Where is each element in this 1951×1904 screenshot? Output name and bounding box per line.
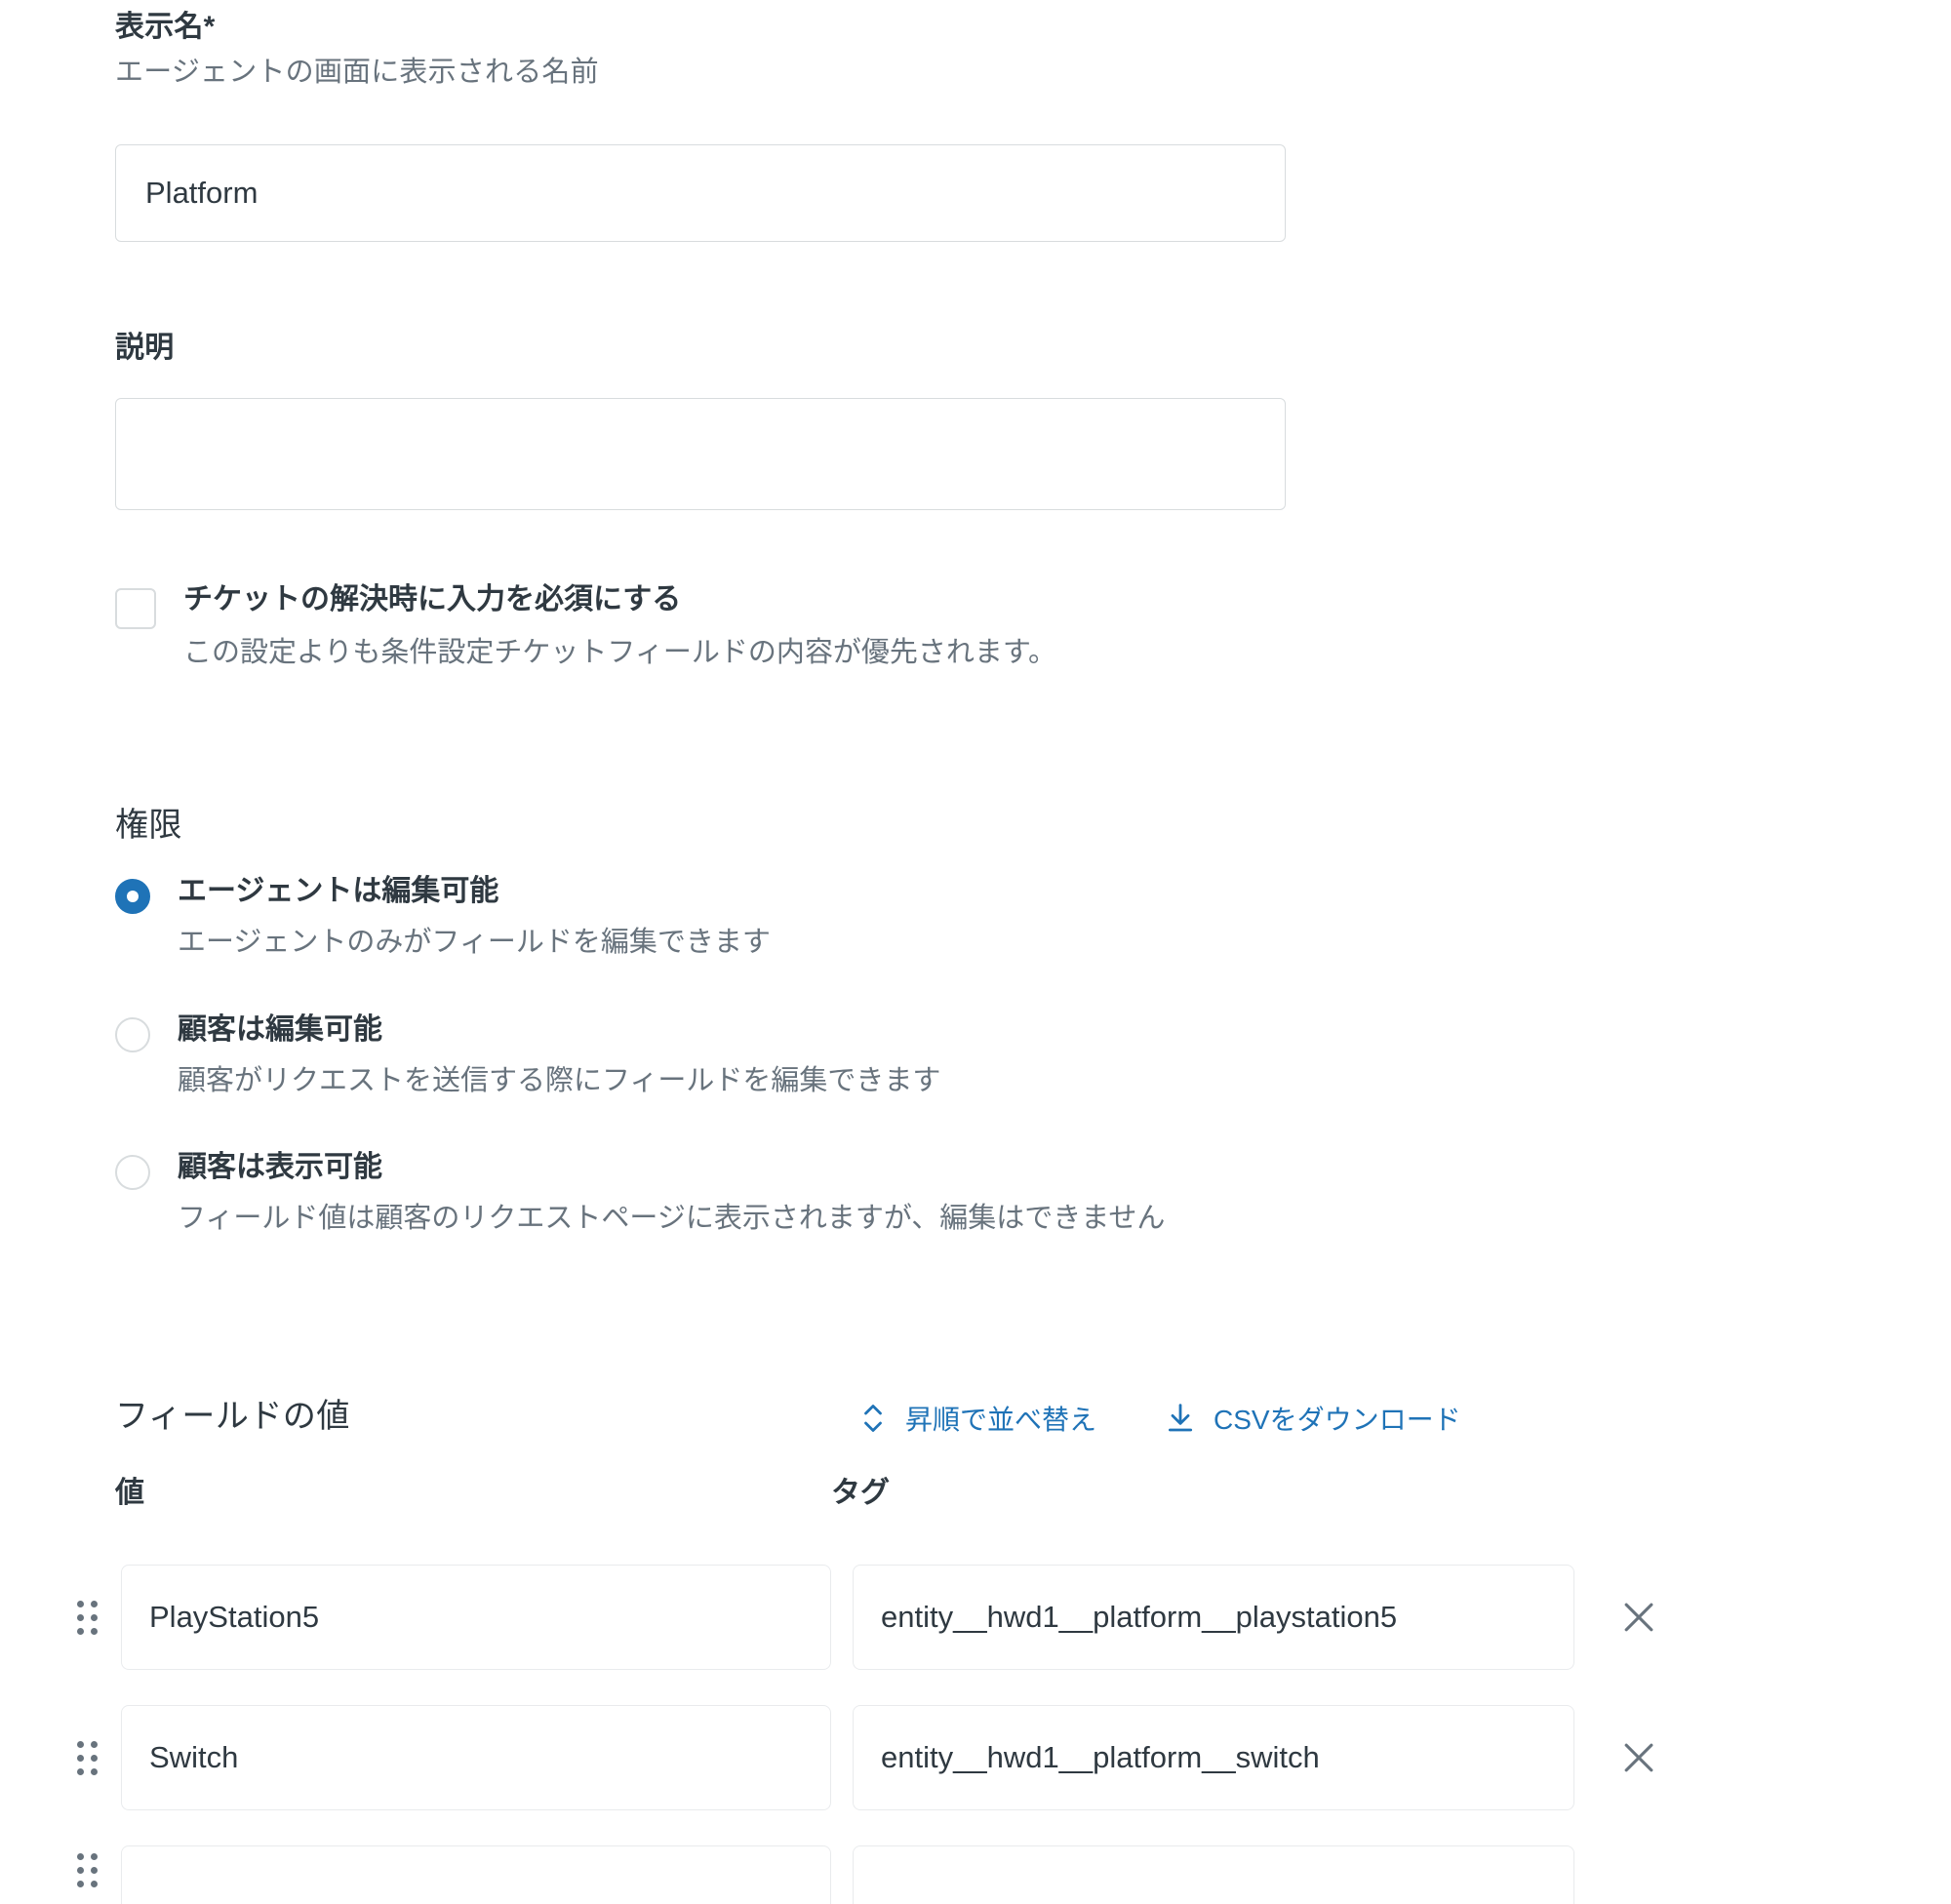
ticket-field-form: 表示名* エージェントの画面に表示される名前 Platform 説明 チケットの… [0, 0, 1951, 1904]
permissions-title: 権限 [115, 807, 182, 844]
column-header-tag: タグ [831, 1477, 890, 1509]
tag-input[interactable]: entity__hwd1__platform__playstation5 [853, 1565, 1574, 1670]
value-input[interactable] [121, 1845, 831, 1904]
display-name-label: 表示名* [115, 11, 216, 43]
chevron-up-down-icon [858, 1399, 888, 1438]
description-input[interactable] [115, 398, 1286, 510]
display-name-hint: エージェントの画面に表示される名前 [115, 57, 599, 88]
field-values-title: フィールドの値 [115, 1398, 350, 1435]
table-row [70, 1845, 1574, 1904]
display-name-input-wrap: Platform [115, 144, 1286, 242]
table-row: PlayStation5 entity__hwd1__platform__pla… [70, 1565, 1666, 1670]
value-input[interactable]: Switch [121, 1705, 831, 1810]
value-input[interactable]: PlayStation5 [121, 1565, 831, 1670]
required-on-solve-checkbox[interactable] [115, 588, 156, 629]
display-name-input[interactable]: Platform [115, 144, 1286, 242]
column-header-value: 値 [115, 1477, 144, 1509]
radio-customer-editable-sub: 顧客がリクエストを送信する際にフィールドを編集できます [178, 1064, 941, 1096]
download-csv-button[interactable]: CSVをダウンロード [1165, 1399, 1461, 1438]
display-name-field-group: 表示名* エージェントの画面に表示される名前 [115, 8, 599, 92]
description-label: 説明 [115, 332, 175, 364]
sort-ascending-button[interactable]: 昇順で並べ替え [858, 1399, 1096, 1438]
tag-input[interactable]: entity__hwd1__platform__switch [853, 1705, 1574, 1810]
description-field-group: 説明 [115, 329, 174, 367]
drag-handle-icon[interactable] [70, 1845, 103, 1894]
drag-handle-icon[interactable] [70, 1733, 103, 1782]
radio-customer-visible-label: 顧客は表示可能 [178, 1151, 382, 1183]
required-on-solve-sub: この設定よりも条件設定チケットフィールドの内容が優先されます。 [183, 637, 1056, 668]
description-input-wrap [115, 398, 1286, 510]
radio-customer-editable-label: 顧客は編集可能 [178, 1013, 382, 1046]
radio-customer-visible[interactable] [115, 1155, 150, 1190]
radio-customer-editable[interactable] [115, 1017, 150, 1052]
permission-option-customer-editable[interactable]: 顧客は編集可能 顧客がリクエストを送信する際にフィールドを編集できます [115, 1012, 940, 1100]
radio-customer-visible-sub: フィールド値は顧客のリクエストページに表示されますが、編集はできません [178, 1202, 1166, 1234]
close-icon[interactable] [1612, 1590, 1666, 1645]
required-on-solve-label: チケットの解決時に入力を必須にする [183, 583, 682, 615]
radio-agent-editable-sub: エージェントのみがフィールドを編集できます [178, 926, 771, 958]
required-on-solve-texts: チケットの解決時に入力を必須にする この設定よりも条件設定チケットフィールドの内… [183, 580, 1056, 672]
radio-agent-editable-label: エージェントは編集可能 [178, 875, 499, 907]
table-row: Switch entity__hwd1__platform__switch [70, 1705, 1666, 1810]
tag-input[interactable] [853, 1845, 1574, 1904]
radio-agent-editable[interactable] [115, 879, 150, 914]
permission-option-customer-visible[interactable]: 顧客は表示可能 フィールド値は顧客のリクエストページに表示されますが、編集はでき… [115, 1149, 1165, 1238]
drag-handle-icon[interactable] [70, 1593, 103, 1642]
field-values-actions: 昇順で並べ替え CSVをダウンロード [858, 1399, 1461, 1438]
required-on-solve-checkbox-row[interactable]: チケットの解決時に入力を必須にする この設定よりも条件設定チケットフィールドの内… [115, 580, 1056, 672]
close-icon[interactable] [1612, 1730, 1666, 1785]
permission-option-agent-editable[interactable]: エージェントは編集可能 エージェントのみがフィールドを編集できます [115, 873, 771, 962]
download-csv-label: CSVをダウンロード [1214, 1405, 1461, 1435]
download-icon [1165, 1401, 1196, 1436]
sort-ascending-label: 昇順で並べ替え [905, 1405, 1097, 1435]
